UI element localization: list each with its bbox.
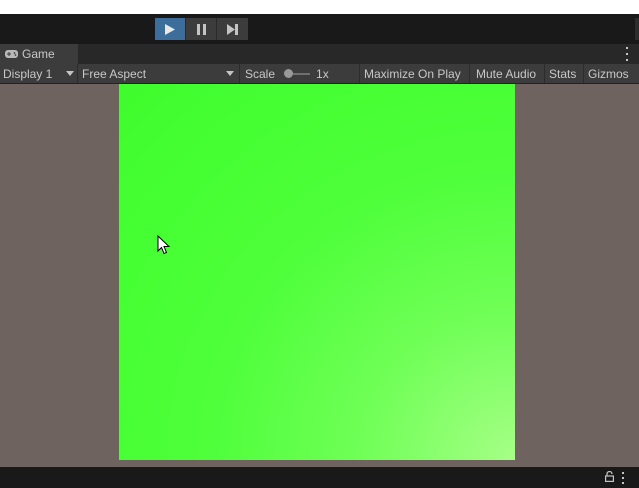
game-view-toolbar: Display 1 Free Aspect Scale 1x Maximize … bbox=[0, 64, 639, 84]
step-icon bbox=[227, 23, 238, 35]
scale-control: Scale 1x bbox=[240, 64, 360, 83]
toolbar-right-edge bbox=[635, 18, 639, 40]
step-button[interactable] bbox=[217, 18, 248, 40]
tab-game[interactable]: Game bbox=[0, 44, 78, 64]
game-viewport[interactable] bbox=[0, 84, 639, 467]
gamepad-icon bbox=[5, 50, 18, 58]
aspect-dropdown[interactable]: Free Aspect bbox=[78, 64, 240, 83]
chevron-down-icon bbox=[66, 71, 74, 76]
mouse-cursor-icon bbox=[157, 235, 170, 255]
scale-value: 1x bbox=[316, 66, 329, 81]
stats-toggle[interactable]: Stats bbox=[545, 64, 584, 83]
maximize-on-play-toggle[interactable]: Maximize On Play bbox=[360, 64, 470, 83]
tab-bar: Game bbox=[0, 44, 639, 64]
tab-label: Game bbox=[22, 47, 55, 61]
lock-icon[interactable] bbox=[605, 471, 614, 482]
play-icon bbox=[165, 23, 175, 35]
gizmos-toggle[interactable]: Gizmos bbox=[584, 64, 639, 83]
status-menu-icon[interactable] bbox=[621, 472, 625, 484]
main-toolbar bbox=[0, 14, 639, 44]
scale-slider-handle[interactable] bbox=[284, 68, 294, 78]
game-render-area[interactable] bbox=[119, 84, 515, 460]
scale-slider[interactable] bbox=[284, 68, 311, 78]
maximize-label: Maximize On Play bbox=[364, 66, 461, 81]
pause-button[interactable] bbox=[186, 18, 217, 40]
status-bar bbox=[0, 467, 639, 488]
mute-label: Mute Audio bbox=[476, 66, 537, 81]
gizmos-label: Gizmos bbox=[588, 66, 629, 81]
aspect-label: Free Aspect bbox=[82, 66, 147, 81]
mute-audio-toggle[interactable]: Mute Audio bbox=[470, 64, 545, 83]
play-button[interactable] bbox=[155, 18, 186, 40]
display-label: Display 1 bbox=[3, 66, 53, 81]
playmode-controls bbox=[155, 18, 248, 40]
stats-label: Stats bbox=[549, 66, 577, 81]
scale-label: Scale bbox=[245, 66, 276, 81]
display-dropdown[interactable]: Display 1 bbox=[0, 64, 78, 83]
window-top-strip bbox=[0, 0, 639, 14]
tab-menu-icon[interactable] bbox=[625, 47, 629, 61]
pause-icon bbox=[196, 23, 206, 35]
chevron-down-icon bbox=[226, 71, 234, 76]
